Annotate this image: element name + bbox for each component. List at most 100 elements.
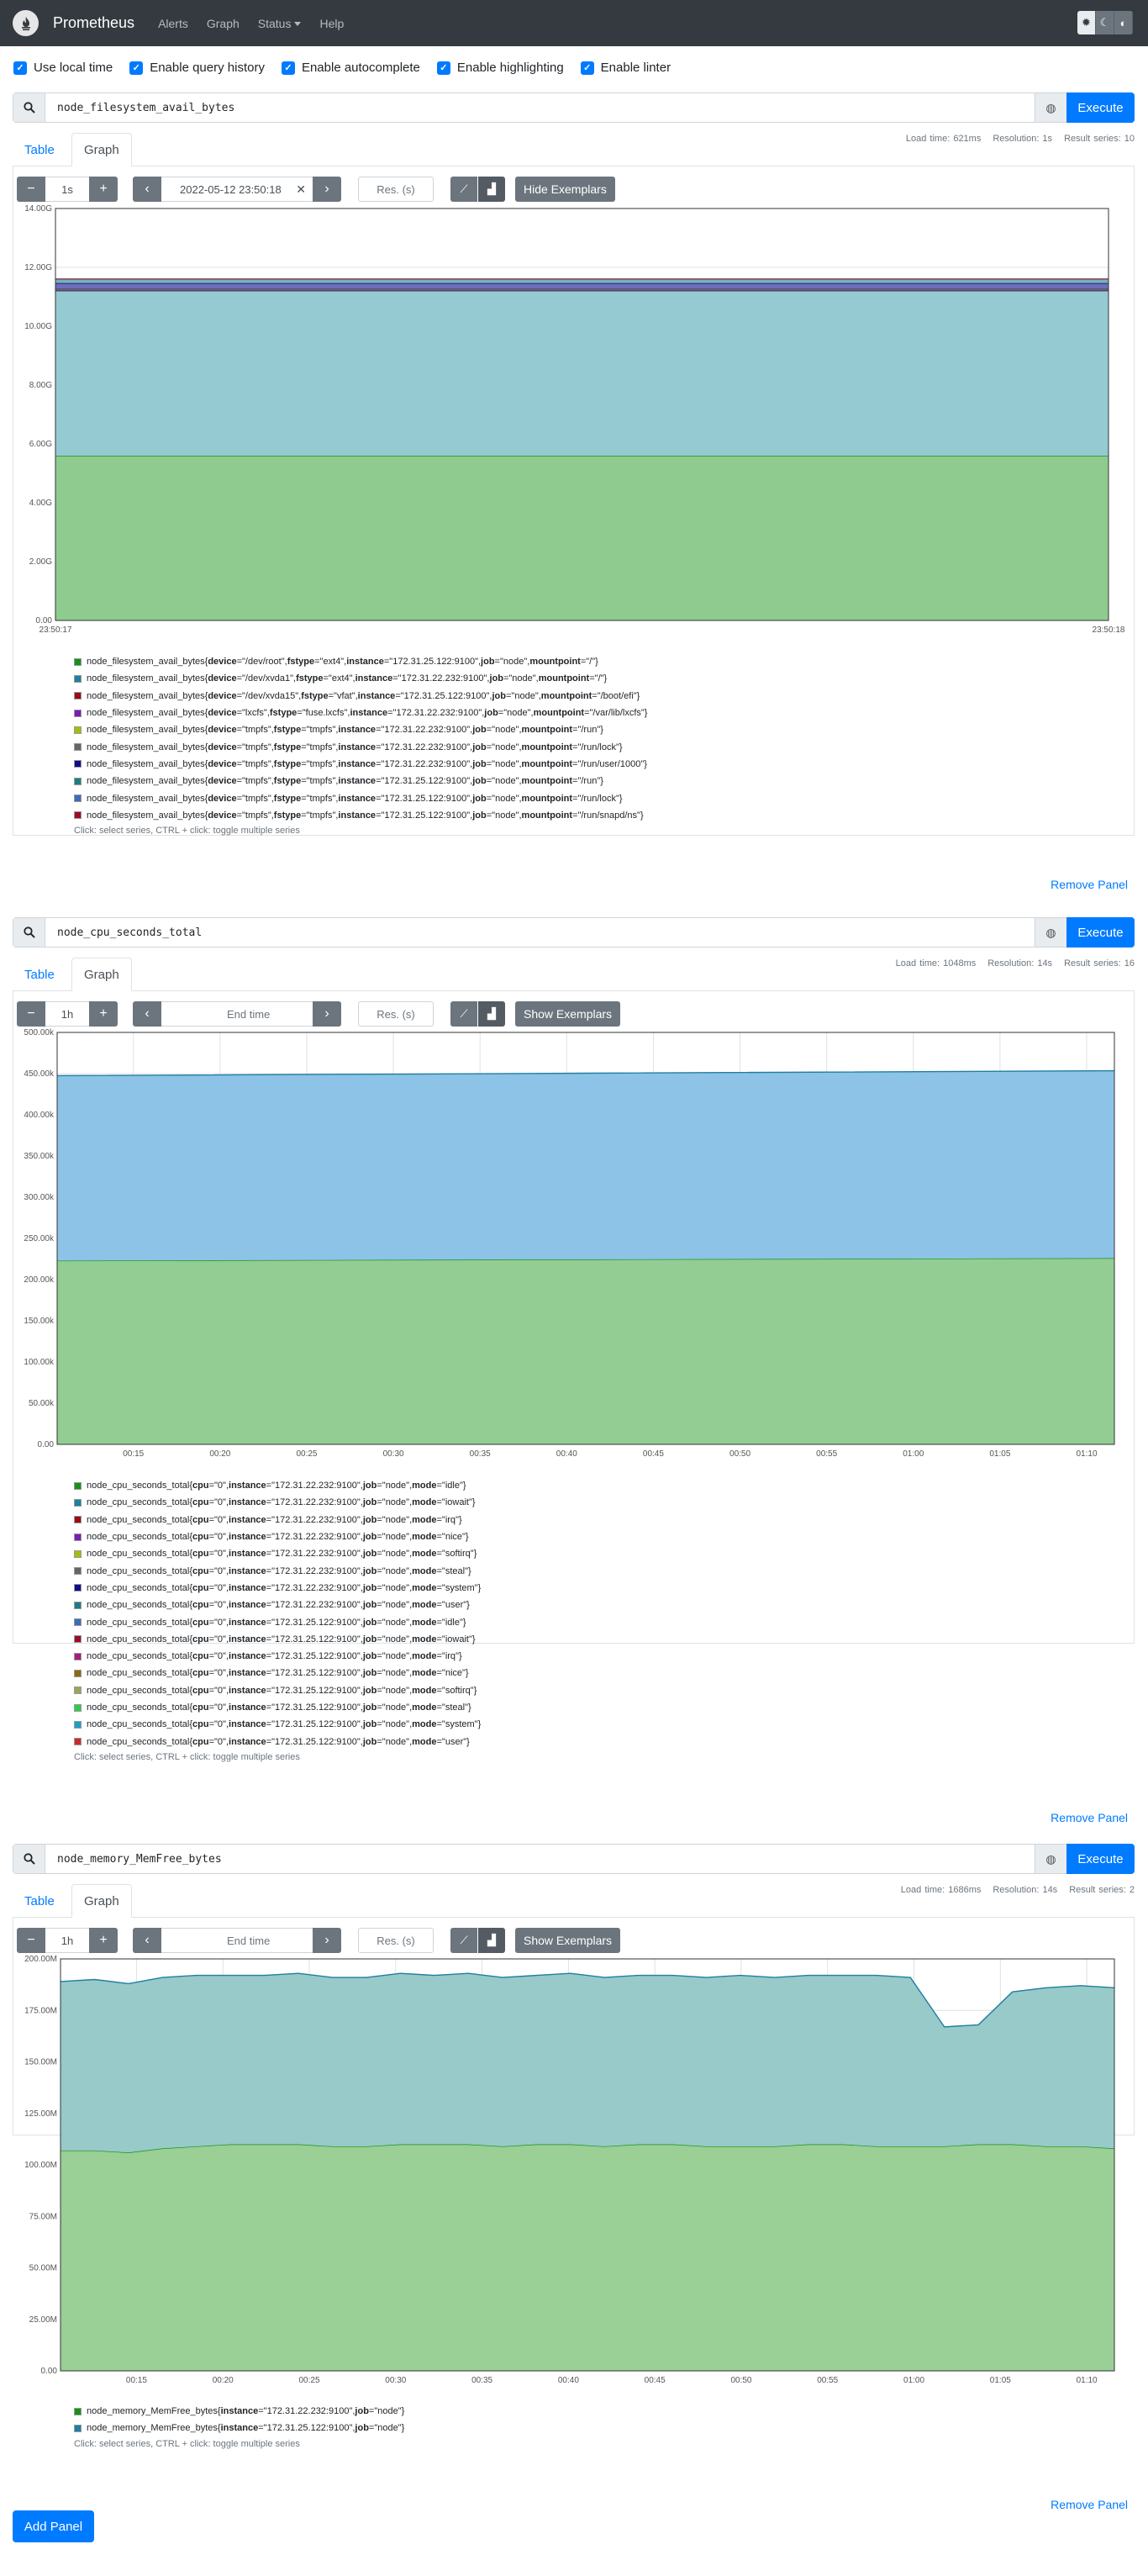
exemplars-button[interactable]: Show Exemplars xyxy=(515,1001,621,1027)
resolution-input[interactable]: Res. (s) xyxy=(358,1001,434,1027)
execute-button[interactable]: Execute xyxy=(1066,1844,1135,1874)
stacked-chart-icon[interactable]: ▟ xyxy=(478,177,505,202)
exemplars-button[interactable]: Show Exemplars xyxy=(515,1928,621,1953)
previous-time-button[interactable]: ‹ xyxy=(133,177,161,202)
end-time-input[interactable]: End time xyxy=(161,1928,313,1953)
metrics-explorer-icon[interactable]: ◍ xyxy=(1035,918,1066,947)
checkbox-icon[interactable]: ✓ xyxy=(580,61,594,75)
brand[interactable]: Prometheus xyxy=(53,14,134,32)
checkbox-icon[interactable]: ✓ xyxy=(436,61,450,75)
previous-time-button[interactable]: ‹ xyxy=(133,1001,161,1027)
increase-range-button[interactable]: + xyxy=(89,1001,118,1027)
execute-button[interactable]: Execute xyxy=(1066,917,1135,948)
legend-item[interactable]: node_filesystem_avail_bytes{device =" tmpf… xyxy=(74,773,647,789)
nav-help[interactable]: Help xyxy=(319,17,344,30)
tab-graph[interactable]: Graph xyxy=(71,133,132,166)
prometheus-logo-icon[interactable] xyxy=(13,10,39,36)
decrease-range-button[interactable]: − xyxy=(17,1928,45,1953)
moon-icon[interactable]: ☾ xyxy=(1096,11,1114,34)
line-chart-icon[interactable]: ⟋ xyxy=(450,1928,477,1953)
legend-item[interactable]: node_cpu_seconds_total{cpu =" 0 ", instance… xyxy=(74,1699,481,1716)
legend-item[interactable]: node_filesystem_avail_bytes{device ="/dev… xyxy=(74,653,647,670)
legend-item[interactable]: node_filesystem_avail_bytes{device =" tmpf… xyxy=(74,738,647,755)
tab-graph[interactable]: Graph xyxy=(71,958,132,991)
metrics-explorer-icon[interactable]: ◍ xyxy=(1035,93,1066,122)
add-panel-button[interactable]: Add Panel xyxy=(13,2510,94,2542)
legend-item[interactable]: node_filesystem_avail_bytes{device =" tmpf… xyxy=(74,721,647,738)
range-input[interactable]: 1h xyxy=(45,1001,89,1027)
contrast-icon[interactable]: ◐ xyxy=(1114,11,1133,34)
line-chart-icon[interactable]: ⟋ xyxy=(450,177,477,202)
decrease-range-button[interactable]: − xyxy=(17,177,45,202)
remove-panel-link[interactable]: Remove Panel xyxy=(1051,1811,1128,1824)
increase-range-button[interactable]: + xyxy=(89,1928,118,1953)
increase-range-button[interactable]: + xyxy=(89,177,118,202)
next-time-button[interactable]: › xyxy=(313,177,341,202)
legend-item[interactable]: node_filesystem_avail_bytes{device =" lxcf… xyxy=(74,705,647,721)
tab-table[interactable]: Table xyxy=(13,1884,66,1918)
label-name: instance xyxy=(338,810,377,821)
legend-item[interactable]: node_memory_MemFree_bytes{instance =" 172.… xyxy=(74,2403,404,2420)
label-quote: ", xyxy=(223,1497,229,1508)
next-time-button[interactable]: › xyxy=(313,1001,341,1027)
legend-item[interactable]: node_cpu_seconds_total{cpu =" 0 ", instance… xyxy=(74,1716,481,1733)
previous-time-button[interactable]: ‹ xyxy=(133,1928,161,1953)
metrics-explorer-icon[interactable]: ◍ xyxy=(1035,1845,1066,1873)
stacked-chart-icon[interactable]: ▟ xyxy=(478,1001,505,1027)
end-time-input[interactable]: End time xyxy=(161,1001,313,1027)
range-input[interactable]: 1h xyxy=(45,1928,89,1953)
legend-item[interactable]: node_cpu_seconds_total{cpu =" 0 ", instance… xyxy=(74,1494,481,1511)
expression-input[interactable]: node_memory_MemFree_bytes xyxy=(45,1853,1035,1866)
expression-input[interactable]: node_cpu_seconds_total xyxy=(45,926,1035,939)
legend-item[interactable]: node_cpu_seconds_total{cpu =" 0 ", instance… xyxy=(74,1665,481,1681)
legend-item[interactable]: node_cpu_seconds_total{cpu =" 0 ", instance… xyxy=(74,1631,481,1648)
exemplars-button[interactable]: Hide Exemplars xyxy=(515,177,615,202)
resolution-input[interactable]: Res. (s) xyxy=(358,1928,434,1953)
legend-item[interactable]: node_cpu_seconds_total{cpu =" 0 ", instance… xyxy=(74,1477,481,1494)
legend-item[interactable]: node_cpu_seconds_total{cpu =" 0 ", instance… xyxy=(74,1580,481,1597)
option-local-time[interactable]: ✓ Use local time xyxy=(13,61,113,75)
legend-item[interactable]: node_cpu_seconds_total{cpu =" 0 ", instance… xyxy=(74,1545,481,1562)
tab-table[interactable]: Table xyxy=(13,958,66,991)
expression-input[interactable]: node_filesystem_avail_bytes xyxy=(45,102,1035,114)
sun-icon[interactable]: ✹ xyxy=(1077,11,1096,34)
nav-graph[interactable]: Graph xyxy=(207,17,240,30)
legend-item[interactable]: node_cpu_seconds_total{cpu =" 0 ", instance… xyxy=(74,1682,481,1699)
legend-item[interactable]: node_filesystem_avail_bytes{device =" tmpf… xyxy=(74,789,647,806)
decrease-range-button[interactable]: − xyxy=(17,1001,45,1027)
clear-time-icon[interactable]: ✕ xyxy=(296,182,306,197)
legend-item[interactable]: node_cpu_seconds_total{cpu =" 0 ", instance… xyxy=(74,1648,481,1665)
tab-graph[interactable]: Graph xyxy=(71,1884,132,1918)
option-query-history[interactable]: ✓ Enable query history xyxy=(129,61,265,75)
execute-button[interactable]: Execute xyxy=(1066,92,1135,123)
legend-item[interactable]: node_cpu_seconds_total{cpu =" 0 ", instance… xyxy=(74,1512,481,1528)
legend-item[interactable]: node_filesystem_avail_bytes{device =" tmpf… xyxy=(74,756,647,773)
legend-item[interactable]: node_filesystem_avail_bytes{device ="/dev… xyxy=(74,670,647,687)
option-highlighting[interactable]: ✓ Enable highlighting xyxy=(436,61,564,75)
checkbox-icon[interactable]: ✓ xyxy=(129,61,144,75)
legend-item[interactable]: node_filesystem_avail_bytes{device =" tmpf… xyxy=(74,807,647,824)
legend-item[interactable]: node_cpu_seconds_total{cpu =" 0 ", instance… xyxy=(74,1733,481,1750)
nav-status[interactable]: Status xyxy=(258,17,302,30)
remove-panel-link[interactable]: Remove Panel xyxy=(1051,878,1128,891)
remove-panel-link[interactable]: Remove Panel xyxy=(1051,2498,1128,2511)
nav-alerts[interactable]: Alerts xyxy=(158,17,188,30)
line-chart-icon[interactable]: ⟋ xyxy=(450,1001,477,1027)
label-eq: =" xyxy=(208,1651,218,1662)
checkbox-icon[interactable]: ✓ xyxy=(281,61,295,75)
end-time-input[interactable]: 2022-05-12 23:50:18 ✕ xyxy=(161,177,313,202)
range-input[interactable]: 1s xyxy=(45,177,89,202)
tab-table[interactable]: Table xyxy=(13,133,66,166)
next-time-button[interactable]: › xyxy=(313,1928,341,1953)
option-autocomplete[interactable]: ✓ Enable autocomplete xyxy=(281,61,420,75)
checkbox-icon[interactable]: ✓ xyxy=(13,61,27,75)
option-linter[interactable]: ✓ Enable linter xyxy=(580,61,671,75)
legend-item[interactable]: node_filesystem_avail_bytes{device ="/dev… xyxy=(74,688,647,705)
legend-item[interactable]: node_memory_MemFree_bytes{instance =" 172.… xyxy=(74,2420,404,2436)
legend-item[interactable]: node_cpu_seconds_total{cpu =" 0 ", instance… xyxy=(74,1597,481,1613)
legend-item[interactable]: node_cpu_seconds_total{cpu =" 0 ", instance… xyxy=(74,1562,481,1579)
legend-item[interactable]: node_cpu_seconds_total{cpu =" 0 ", instance… xyxy=(74,1528,481,1545)
stacked-chart-icon[interactable]: ▟ xyxy=(478,1928,505,1953)
resolution-input[interactable]: Res. (s) xyxy=(358,177,434,202)
legend-item[interactable]: node_cpu_seconds_total{cpu =" 0 ", instance… xyxy=(74,1613,481,1630)
